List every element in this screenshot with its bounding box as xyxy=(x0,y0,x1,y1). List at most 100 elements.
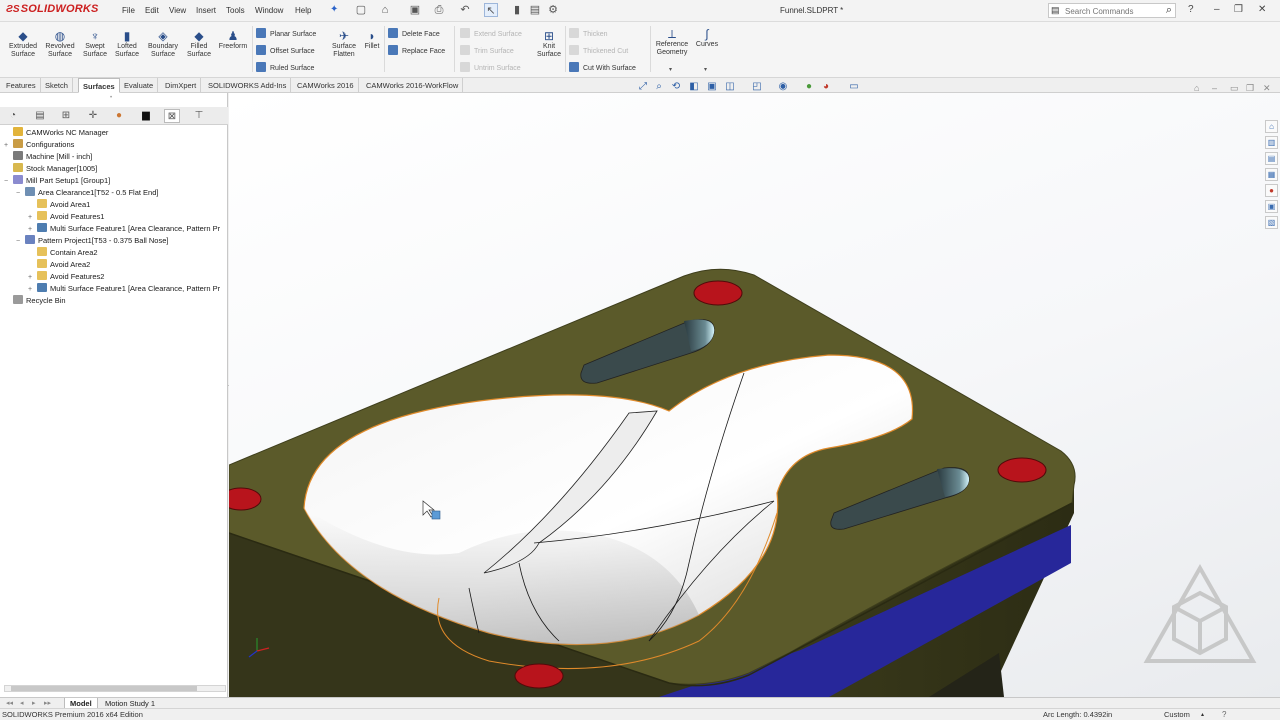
menu-window[interactable]: Window xyxy=(255,6,283,15)
displaymanager-tab-icon[interactable]: ● xyxy=(111,109,127,123)
select-icon[interactable]: ↖ xyxy=(484,3,498,17)
new-document-icon[interactable]: ▢ xyxy=(354,3,368,17)
filled-surface-button[interactable]: ◆ Filled Surface xyxy=(184,30,214,59)
edit-appearance-icon[interactable]: ● xyxy=(803,81,815,93)
cut-with-surface-button[interactable]: Cut With Surface xyxy=(569,62,636,74)
offset-surface-button[interactable]: Offset Surface xyxy=(256,45,315,57)
viewport-tile-icon[interactable]: ⌂ xyxy=(1194,83,1199,93)
task-pane-design-library-icon[interactable]: ▤ xyxy=(1265,152,1278,165)
tab-solidworks-add-ins[interactable]: SOLIDWORKS Add-Ins xyxy=(204,78,292,93)
extruded-surface-button[interactable]: ◆ Extruded Surface xyxy=(6,30,40,59)
lofted-surface-button[interactable]: ▮ Lofted Surface xyxy=(111,30,143,59)
tree-node[interactable]: + Multi Surface Feature1 [Area Clearance,… xyxy=(28,283,220,295)
tree-node[interactable]: Stock Manager[1005] xyxy=(4,163,97,175)
menu-insert[interactable]: Insert xyxy=(196,6,216,15)
viewport-maximize-icon[interactable]: ▭ xyxy=(1230,83,1239,94)
curves-dropdown-icon[interactable]: ▾ xyxy=(704,65,707,75)
tree-node[interactable]: + Avoid Features1 xyxy=(28,211,104,223)
configurationmanager-tab-icon[interactable]: ⊞ xyxy=(58,109,74,123)
delete-face-button[interactable]: Delete Face xyxy=(388,28,440,40)
reference-geometry-button[interactable]: ⟂ Reference Geometry xyxy=(654,28,690,57)
task-pane-resources-icon[interactable]: ▥ xyxy=(1265,136,1278,149)
camworks-tool-tree-tab-icon[interactable]: ⊤ xyxy=(191,109,207,123)
boundary-surface-button[interactable]: ◈ Boundary Surface xyxy=(145,30,181,59)
curves-button[interactable]: ∫ Curves xyxy=(694,28,720,49)
hide-show-items-icon[interactable]: ◉ xyxy=(777,81,789,93)
undo-icon[interactable]: ↶ xyxy=(458,3,472,17)
tree-node[interactable]: CAMWorks NC Manager xyxy=(4,127,108,139)
units-selector[interactable]: Custom xyxy=(1164,710,1190,720)
section-view-icon[interactable]: ◧ xyxy=(688,81,700,93)
tree-node[interactable]: Machine [Mill - inch] xyxy=(4,151,92,163)
menu-help[interactable]: Help xyxy=(295,6,311,15)
surface-flatten-button[interactable]: ✈ Surface Flatten xyxy=(328,30,360,59)
trim-surface-button[interactable]: Trim Surface xyxy=(460,45,514,57)
camworks-feature-tree-tab-icon[interactable]: ▆ xyxy=(138,109,154,123)
thickened-cut-button[interactable]: Thickened Cut xyxy=(569,45,628,57)
view-settings-icon[interactable]: ▭ xyxy=(848,81,860,93)
tab-prev-icon[interactable]: ◂ xyxy=(20,699,24,707)
reference-geometry-dropdown-icon[interactable]: ▾ xyxy=(669,65,672,75)
task-pane-home-icon[interactable]: ⌂ xyxy=(1265,120,1278,133)
menu-edit[interactable]: Edit xyxy=(145,6,159,15)
viewport-restore-icon[interactable]: ❐ xyxy=(1246,83,1254,94)
task-pane-custom-properties-icon[interactable]: ▣ xyxy=(1265,200,1278,213)
tab-evaluate[interactable]: Evaluate xyxy=(120,78,159,93)
restore-icon[interactable]: ❐ xyxy=(1234,4,1243,15)
tab-camworks-2016-workflow[interactable]: CAMWorks 2016-WorkFlow xyxy=(362,78,464,93)
untrim-surface-button[interactable]: Untrim Surface xyxy=(460,62,521,74)
view-orientation-icon[interactable]: ◫ xyxy=(724,81,736,93)
apply-scene-icon[interactable]: ◕ xyxy=(820,81,832,93)
search-icon[interactable]: ⌕ xyxy=(1166,4,1172,17)
tree-node[interactable]: Contain Area2 xyxy=(28,247,98,259)
revolved-surface-button[interactable]: ◍ Revolved Surface xyxy=(43,30,77,59)
task-pane-appearances-icon[interactable]: ● xyxy=(1265,184,1278,197)
display-style-icon[interactable]: ◰ xyxy=(751,81,763,93)
funnel-part-model[interactable] xyxy=(229,93,1280,697)
print-icon[interactable]: ⎙ xyxy=(432,3,446,17)
scrollbar-thumb[interactable] xyxy=(11,686,197,691)
camworks-operation-tree-tab-icon[interactable]: ⊠ xyxy=(164,109,180,123)
task-pane-forum-icon[interactable]: ▧ xyxy=(1265,216,1278,229)
dimxpertmanager-tab-icon[interactable]: ✛ xyxy=(85,109,101,123)
rebuild-icon[interactable]: ▮ xyxy=(510,3,524,17)
tab-features[interactable]: Features xyxy=(2,78,41,93)
help-icon[interactable]: ? xyxy=(1188,4,1194,15)
tree-node[interactable]: Avoid Area2 xyxy=(28,259,90,271)
units-dropdown-icon[interactable]: ▴ xyxy=(1201,710,1204,720)
search-commands-dropdown-icon[interactable]: ▤ xyxy=(1051,5,1060,16)
tab-camworks-2016[interactable]: CAMWorks 2016 xyxy=(293,78,359,93)
tree-node[interactable]: + Configurations xyxy=(4,139,74,151)
tree-node[interactable]: + Avoid Features2 xyxy=(28,271,104,283)
tree-expander-icon[interactable]: − xyxy=(4,176,13,188)
tab-sketch[interactable]: Sketch xyxy=(41,78,73,93)
featuremanager-tab-icon[interactable]: ◔ xyxy=(5,109,21,123)
thicken-button[interactable]: Thicken xyxy=(569,28,608,40)
tab-last-icon[interactable]: ▸▸ xyxy=(44,699,51,707)
planar-surface-button[interactable]: Planar Surface xyxy=(256,28,316,40)
tree-node[interactable]: + Multi Surface Feature1 [Area Clearance,… xyxy=(28,223,220,235)
search-input[interactable] xyxy=(1065,6,1155,16)
fillet-button[interactable]: ◗ Fillet xyxy=(361,30,383,51)
viewport-close-icon[interactable]: ✕ xyxy=(1263,83,1271,94)
minimize-icon[interactable]: – xyxy=(1214,4,1220,15)
zoom-to-area-icon[interactable]: ⌕ xyxy=(653,81,665,93)
tree-node[interactable]: Avoid Area1 xyxy=(28,199,90,211)
task-pane-file-explorer-icon[interactable]: ▦ xyxy=(1265,168,1278,181)
options-gear-icon[interactable]: ⚙ xyxy=(546,3,560,17)
close-icon[interactable]: ✕ xyxy=(1258,4,1266,15)
pane-grip-icon[interactable]: • xyxy=(110,95,112,101)
knit-surface-button[interactable]: ⊞ Knit Surface xyxy=(534,30,564,59)
status-options-icon[interactable]: ? xyxy=(1222,710,1226,720)
swept-surface-button[interactable]: ♆ Swept Surface xyxy=(79,30,111,59)
tree-node[interactable]: − Area Clearance1[T52 - 0.5 Flat End] xyxy=(16,187,158,199)
graphics-area[interactable] xyxy=(229,93,1280,697)
tab-first-icon[interactable]: ◂◂ xyxy=(6,699,13,707)
file-properties-icon[interactable]: ▤ xyxy=(528,3,542,17)
pin-icon[interactable]: ✦ xyxy=(330,4,338,15)
ruled-surface-button[interactable]: Ruled Surface xyxy=(256,62,314,74)
save-icon[interactable]: ▣ xyxy=(408,3,422,17)
replace-face-button[interactable]: Replace Face xyxy=(388,45,445,57)
tab-dimxpert[interactable]: DimXpert xyxy=(161,78,202,93)
freeform-button[interactable]: ♟ Freeform xyxy=(216,30,250,51)
